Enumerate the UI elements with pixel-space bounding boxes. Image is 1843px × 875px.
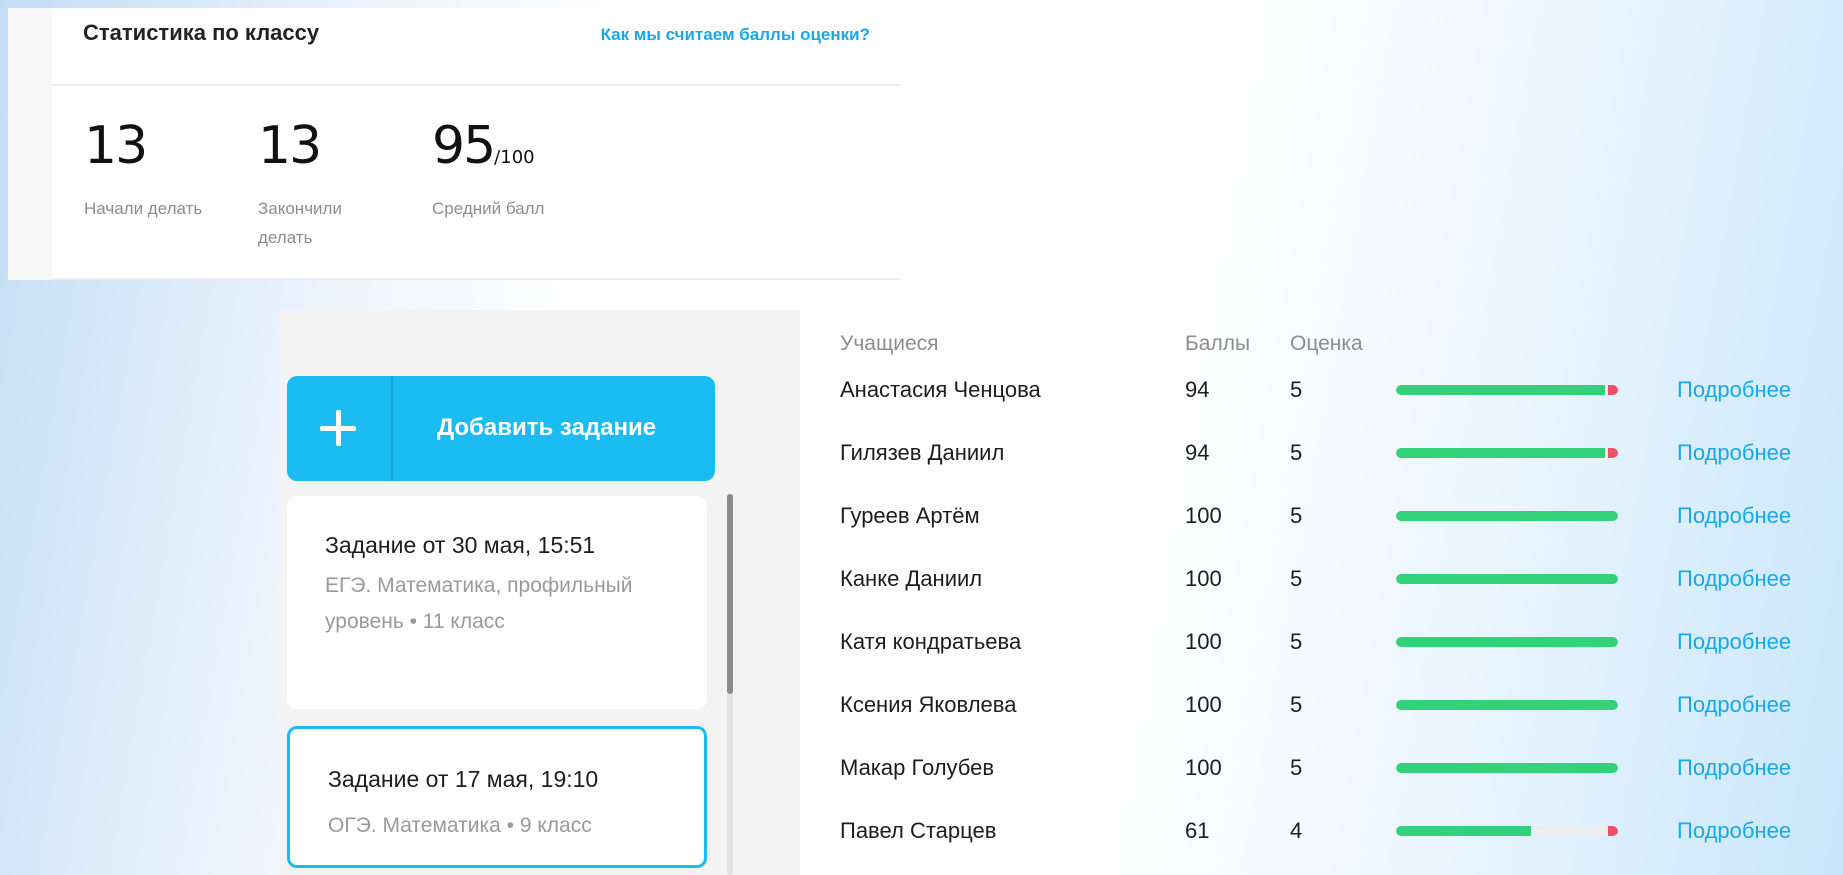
add-task-icon-wrap xyxy=(287,376,393,481)
stat-average: 95/100 Средний балл xyxy=(432,118,552,223)
stats-bottom-divider xyxy=(52,278,900,280)
class-stats-panel: Статистика по классу Как мы считаем балл… xyxy=(8,8,900,280)
progress-bar xyxy=(1396,448,1618,458)
progress-bar xyxy=(1396,763,1618,773)
progress-bar-fill xyxy=(1396,637,1618,647)
student-points: 100 xyxy=(1185,503,1222,528)
student-name: Анастасия Ченцова xyxy=(840,377,1041,402)
stat-finished-value: 13 xyxy=(258,116,322,176)
progress-bar-fill xyxy=(1396,511,1618,521)
student-grade: 5 xyxy=(1290,692,1303,717)
table-row: Катя кондратьева 100 5 Подробнее xyxy=(800,622,1843,662)
task-card[interactable]: Задание от 30 мая, 15:51 ЕГЭ. Математика… xyxy=(287,496,707,709)
student-points: 100 xyxy=(1185,629,1222,654)
column-header-grade: Оценка xyxy=(1290,332,1363,355)
progress-bar-fill xyxy=(1396,385,1605,395)
details-link[interactable]: Подробнее xyxy=(1677,748,1791,788)
student-name: Макар Голубев xyxy=(840,755,995,780)
task-card-title: Задание от 17 мая, 19:10 xyxy=(328,766,599,792)
student-grade: 5 xyxy=(1290,377,1303,402)
progress-bar-fill xyxy=(1396,700,1618,710)
student-points: 61 xyxy=(1185,818,1210,843)
stat-finished-label: Закончили делать xyxy=(258,199,342,247)
table-row: Павел Старцев 61 4 Подробнее xyxy=(800,811,1843,851)
details-link[interactable]: Подробнее xyxy=(1677,622,1791,662)
progress-bar xyxy=(1396,574,1618,584)
progress-bar-fill xyxy=(1396,448,1605,458)
student-points: 100 xyxy=(1185,755,1222,780)
student-grade: 5 xyxy=(1290,503,1303,528)
student-points: 100 xyxy=(1185,692,1222,717)
student-grade: 5 xyxy=(1290,566,1303,591)
details-link[interactable]: Подробнее xyxy=(1677,685,1791,725)
progress-bar xyxy=(1396,385,1618,395)
progress-bar xyxy=(1396,700,1618,710)
plus-icon xyxy=(320,410,356,446)
table-row: Макар Голубев 100 5 Подробнее xyxy=(800,748,1843,788)
student-name: Канке Даниил xyxy=(840,566,983,591)
details-link[interactable]: Подробнее xyxy=(1677,496,1791,536)
student-name: Гуреев Артём xyxy=(840,503,980,528)
progress-bar xyxy=(1396,637,1618,647)
progress-bar xyxy=(1396,511,1618,521)
student-points: 94 xyxy=(1185,440,1210,465)
stat-finished: 13 Закончили делать xyxy=(258,118,378,252)
progress-bar-fill xyxy=(1396,574,1618,584)
stats-title: Статистика по классу xyxy=(83,20,320,45)
table-row: Ксения Яковлева 100 5 Подробнее xyxy=(800,685,1843,725)
task-list-scrollbar[interactable] xyxy=(727,494,733,875)
table-row: Гуреев Артём 100 5 Подробнее xyxy=(800,496,1843,536)
results-table: Учащиеся Баллы Оценка Анастасия Ченцова 9… xyxy=(800,310,1843,875)
table-row: Анастасия Ченцова 94 5 Подробнее xyxy=(800,370,1843,410)
details-link[interactable]: Подробнее xyxy=(1677,559,1791,599)
stat-average-suffix: /100 xyxy=(494,147,535,168)
student-grade: 5 xyxy=(1290,629,1303,654)
task-card-title: Задание от 30 мая, 15:51 xyxy=(325,532,596,558)
column-header-points: Баллы xyxy=(1185,332,1251,355)
student-grade: 4 xyxy=(1290,818,1303,843)
progress-bar-error xyxy=(1608,448,1618,458)
stat-started: 13 Начали делать xyxy=(84,118,204,223)
stats-divider xyxy=(52,84,900,86)
progress-bar-error xyxy=(1608,385,1618,395)
column-header-students: Учащиеся xyxy=(840,332,939,355)
score-help-link[interactable]: Как мы считаем баллы оценки? xyxy=(601,25,870,45)
add-task-label: Добавить задание xyxy=(437,414,657,441)
add-task-button[interactable]: Добавить задание xyxy=(287,376,715,481)
task-card-subtitle: ОГЭ. Математика • 9 класс xyxy=(328,814,592,837)
scrollbar-thumb[interactable] xyxy=(727,494,733,694)
student-points: 100 xyxy=(1185,566,1222,591)
student-name: Ксения Яковлева xyxy=(840,692,1017,717)
task-card-subtitle: ЕГЭ. Математика, профильный уровень • 11… xyxy=(325,574,633,633)
student-name: Павел Старцев xyxy=(840,818,997,843)
student-grade: 5 xyxy=(1290,440,1303,465)
task-card-selected[interactable]: Задание от 17 мая, 19:10 ОГЭ. Математика… xyxy=(287,726,707,868)
stats-left-strip xyxy=(8,8,52,280)
stat-average-value: 95 xyxy=(432,116,496,176)
stat-average-label: Средний балл xyxy=(432,199,545,218)
details-link[interactable]: Подробнее xyxy=(1677,370,1791,410)
details-link[interactable]: Подробнее xyxy=(1677,811,1791,851)
student-points: 94 xyxy=(1185,377,1210,402)
table-row: Канке Даниил 100 5 Подробнее xyxy=(800,559,1843,599)
stat-started-label: Начали делать xyxy=(84,199,203,218)
progress-bar xyxy=(1396,826,1618,836)
progress-bar-fill xyxy=(1396,826,1532,836)
table-row: Гилязев Даниил 94 5 Подробнее xyxy=(800,433,1843,473)
student-grade: 5 xyxy=(1290,755,1303,780)
progress-bar-fill xyxy=(1396,763,1618,773)
progress-bar-error xyxy=(1608,826,1618,836)
student-name: Гилязев Даниил xyxy=(840,440,1005,465)
stat-started-value: 13 xyxy=(84,116,148,176)
student-name: Катя кондратьева xyxy=(840,629,1022,654)
details-link[interactable]: Подробнее xyxy=(1677,433,1791,473)
